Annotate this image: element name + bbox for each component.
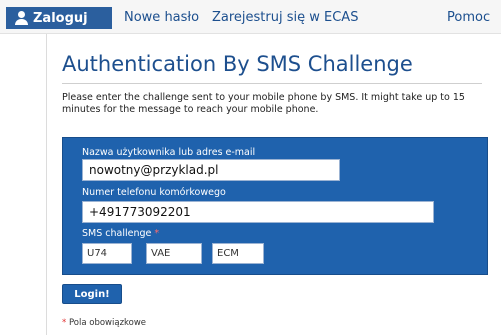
phone-input[interactable] [82,201,434,223]
nav-login-tab[interactable]: Zaloguj [6,7,112,29]
username-label: Nazwa użytkownika lub adres e-mail [82,147,256,158]
sms-challenge-part-2[interactable] [146,243,202,264]
sms-challenge-part-3[interactable] [212,243,264,264]
nav-login-label: Zaloguj [33,10,88,26]
sms-challenge-label-text: SMS challenge [82,228,152,239]
nav-help-link[interactable]: Pomoc [447,10,490,25]
instructions-text: Please enter the challenge sent to your … [62,92,465,115]
sms-challenge-label: SMS challenge * [82,228,159,239]
sms-challenge-part-1[interactable] [82,243,132,264]
username-input[interactable] [82,159,340,181]
login-button[interactable]: Login! [62,284,122,304]
required-fields-note: * Pola obowiązkowe [62,318,146,328]
phone-label: Numer telefonu komórkowego [82,187,226,198]
page-title: Authentication By SMS Challenge [62,52,413,76]
top-navigation: Zaloguj Nowe hasło Zarejestruj się w ECA… [0,0,501,34]
nav-new-password-link[interactable]: Nowe hasło [124,10,199,25]
content-left-border [46,34,47,335]
title-divider [62,83,482,84]
nav-register-link[interactable]: Zarejestruj się w ECAS [212,10,358,25]
required-marker: * [154,228,160,239]
user-icon [14,11,28,25]
required-note-text: Pola obowiązkowe [68,318,147,328]
required-note-marker: * [62,318,67,328]
